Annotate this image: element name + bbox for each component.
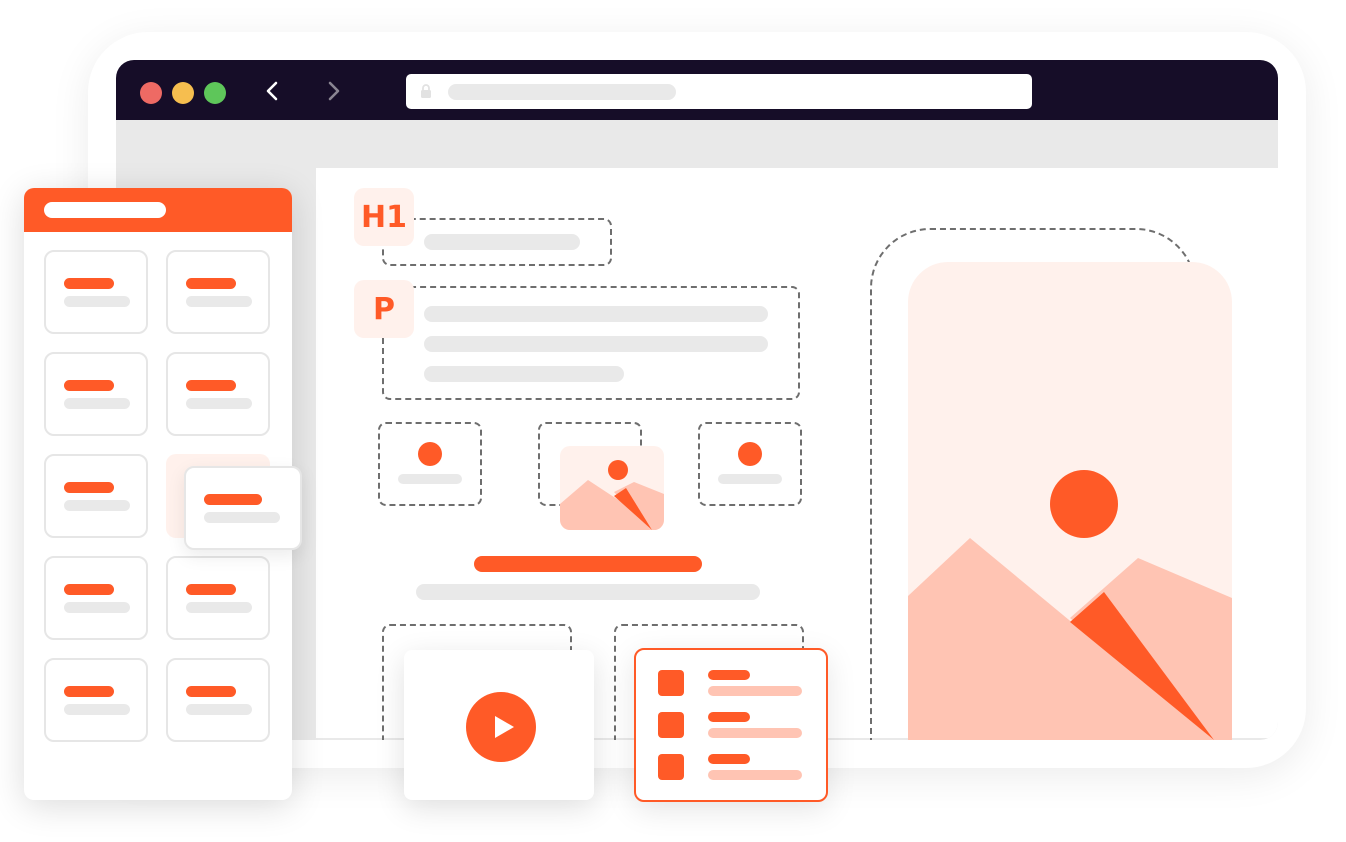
component-tile[interactable] (166, 556, 270, 640)
list-bullet (658, 712, 684, 738)
video-card[interactable] (404, 650, 594, 800)
component-tile[interactable] (44, 250, 148, 334)
paragraph-block[interactable] (382, 286, 800, 400)
browser-titlebar (116, 60, 1278, 120)
avatar-icon (418, 442, 442, 466)
address-bar[interactable] (406, 74, 1032, 109)
avatar-icon (738, 442, 762, 466)
heading-block[interactable] (382, 218, 612, 266)
hero-image[interactable] (908, 262, 1232, 740)
play-button[interactable] (466, 692, 536, 762)
list-item-text (708, 728, 802, 738)
cta-button[interactable] (474, 556, 702, 572)
list-bullet (658, 754, 684, 780)
heading-tag[interactable]: H1 (354, 188, 414, 246)
list-card[interactable] (634, 648, 828, 802)
dragged-component-tile[interactable] (184, 466, 302, 550)
paragraph-line (424, 306, 768, 322)
image-icon[interactable] (560, 446, 664, 530)
panel-header (24, 188, 292, 232)
browser-toolbar (116, 120, 1278, 168)
heading-placeholder (424, 234, 580, 250)
url-placeholder (448, 84, 676, 100)
list-item-text (708, 686, 802, 696)
paragraph-tag[interactable]: P (354, 280, 414, 338)
cta-caption (416, 584, 760, 600)
lock-icon (421, 84, 431, 98)
play-icon (495, 716, 514, 738)
maximize-window-button[interactable] (204, 82, 226, 104)
paragraph-line (424, 336, 768, 352)
component-tile[interactable] (44, 658, 148, 742)
component-tile[interactable] (44, 352, 148, 436)
list-item-title (708, 712, 750, 722)
panel-title (44, 202, 166, 218)
list-item-title (708, 670, 750, 680)
paragraph-line (424, 366, 624, 382)
close-window-button[interactable] (140, 82, 162, 104)
minimize-window-button[interactable] (172, 82, 194, 104)
list-item-text (708, 770, 802, 780)
component-tile[interactable] (44, 556, 148, 640)
avatar-block-left[interactable] (378, 422, 482, 506)
list-item-title (708, 754, 750, 764)
component-tile[interactable] (166, 658, 270, 742)
forward-arrow-icon[interactable] (320, 78, 346, 104)
list-bullet (658, 670, 684, 696)
avatar-caption (398, 474, 462, 484)
component-tile[interactable] (44, 454, 148, 538)
avatar-block-right[interactable] (698, 422, 802, 506)
component-tile[interactable] (166, 352, 270, 436)
component-tile[interactable] (166, 250, 270, 334)
avatar-caption (718, 474, 782, 484)
back-arrow-icon[interactable] (260, 78, 286, 104)
